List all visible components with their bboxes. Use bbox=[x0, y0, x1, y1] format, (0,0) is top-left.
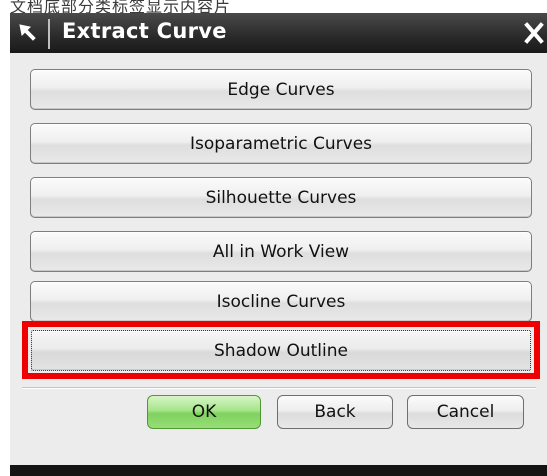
footer-divider bbox=[22, 387, 536, 389]
close-icon bbox=[524, 22, 544, 44]
edge-curves-button[interactable]: Edge Curves bbox=[30, 69, 532, 110]
dialog-titlebar[interactable]: Extract Curve bbox=[10, 13, 547, 53]
cropped-text: 文档底部分类标签显示内容片 bbox=[10, 0, 232, 13]
isoparametric-curves-button[interactable]: Isoparametric Curves bbox=[30, 123, 532, 164]
isocline-curves-button[interactable]: Isocline Curves bbox=[30, 281, 532, 322]
arrow-cursor-icon bbox=[14, 19, 42, 47]
extract-curve-dialog: Extract Curve Edge Curves Isoparametric … bbox=[10, 13, 547, 476]
ok-button[interactable]: OK bbox=[147, 395, 261, 429]
screenshot: 文档底部分类标签显示内容片 Extract Curve Edge Curves … bbox=[0, 0, 547, 476]
highlight-annotation: Shadow Outline bbox=[22, 321, 540, 379]
shadow-outline-button[interactable]: Shadow Outline bbox=[31, 330, 531, 371]
dialog-title: Extract Curve bbox=[62, 19, 227, 43]
back-button[interactable]: Back bbox=[277, 395, 393, 429]
close-button[interactable] bbox=[521, 17, 547, 49]
cancel-button[interactable]: Cancel bbox=[407, 395, 524, 429]
dialog-body: Edge Curves Isoparametric Curves Silhoue… bbox=[10, 53, 547, 476]
silhouette-curves-button[interactable]: Silhouette Curves bbox=[30, 177, 532, 218]
cropped-background-text: 文档底部分类标签显示内容片 bbox=[0, 0, 547, 13]
bottom-bar bbox=[10, 465, 547, 476]
all-in-work-view-button[interactable]: All in Work View bbox=[30, 231, 532, 272]
titlebar-separator bbox=[48, 19, 50, 49]
